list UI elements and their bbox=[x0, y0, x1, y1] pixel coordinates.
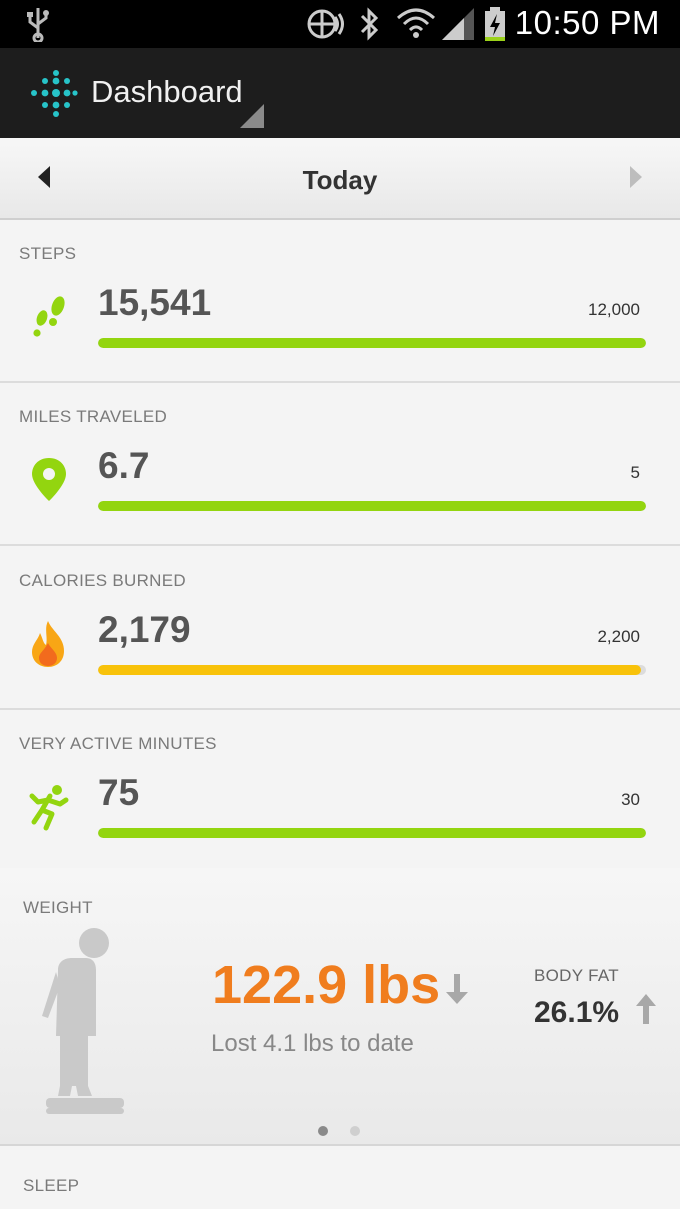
battery-charging-icon bbox=[485, 7, 505, 41]
sleep-tile[interactable]: SLEEP bbox=[0, 1148, 680, 1209]
progress-bar bbox=[98, 338, 646, 348]
progress-bar bbox=[98, 665, 646, 675]
wifi-icon bbox=[397, 8, 435, 38]
location-pin-icon bbox=[32, 458, 66, 501]
metric-goal: 30 bbox=[621, 790, 640, 809]
cell-signal-icon bbox=[442, 8, 474, 40]
body-fat-up-arrow-icon bbox=[636, 994, 656, 1024]
flame-icon bbox=[32, 621, 64, 667]
metric-goal: 2,200 bbox=[597, 627, 640, 646]
calories-burned-tile[interactable]: CALORIES BURNED 2,179 2,200 bbox=[0, 547, 680, 710]
current-date-label: Today bbox=[302, 165, 378, 195]
metric-goal: 12,000 bbox=[588, 300, 640, 319]
progress-fill bbox=[98, 338, 646, 348]
usb-icon bbox=[27, 8, 49, 42]
weight-label: WEIGHT bbox=[23, 898, 93, 917]
person-on-scale-icon bbox=[42, 928, 124, 1114]
miles-traveled-tile[interactable]: MILES TRAVELED 6.7 5 bbox=[0, 383, 680, 546]
date-navigator: Today bbox=[0, 138, 680, 220]
metric-label: MILES TRAVELED bbox=[19, 407, 168, 426]
weight-lost-text: Lost 4.1 lbs to date bbox=[211, 1030, 414, 1057]
metric-value: 6.7 bbox=[98, 445, 150, 486]
dashboard-spinner[interactable]: Dashboard bbox=[91, 74, 243, 110]
metric-value: 2,179 bbox=[98, 609, 191, 650]
footsteps-icon bbox=[33, 296, 65, 337]
metric-goal: 5 bbox=[630, 463, 640, 482]
metric-value: 15,541 bbox=[98, 282, 212, 323]
progress-fill bbox=[98, 828, 646, 838]
metric-label: VERY ACTIVE MINUTES bbox=[19, 734, 217, 753]
metric-value: 75 bbox=[98, 772, 140, 813]
progress-bar bbox=[98, 501, 646, 511]
weight-down-arrow-icon bbox=[446, 974, 468, 1004]
body-fat-value: 26.1% bbox=[534, 996, 620, 1029]
action-bar: Dashboard bbox=[0, 48, 680, 138]
progress-bar bbox=[98, 828, 646, 838]
next-day-arrow-icon[interactable] bbox=[624, 164, 646, 190]
status-bar: 10:50 PM bbox=[0, 0, 680, 48]
nfc-icon bbox=[307, 9, 344, 39]
page-indicator[interactable] bbox=[318, 1126, 368, 1138]
metric-label: STEPS bbox=[19, 244, 77, 263]
weight-card[interactable]: WEIGHT 122.9 lbs Lost 4.1 lbs to date BO… bbox=[0, 868, 680, 1146]
progress-fill bbox=[98, 501, 646, 511]
page-dot bbox=[350, 1126, 360, 1136]
metric-label: CALORIES BURNED bbox=[19, 571, 186, 590]
running-person-icon bbox=[29, 785, 69, 831]
weight-value: 122.9 lbs bbox=[212, 955, 441, 1015]
body-fat-label: BODY FAT bbox=[534, 966, 619, 985]
bluetooth-icon bbox=[360, 7, 379, 41]
sleep-label: SLEEP bbox=[23, 1176, 80, 1195]
progress-fill bbox=[98, 665, 641, 675]
very-active-minutes-tile[interactable]: VERY ACTIVE MINUTES 75 30 bbox=[0, 710, 680, 873]
fitbit-logo-icon[interactable] bbox=[22, 66, 78, 120]
clock: 10:50 PM bbox=[514, 4, 660, 41]
steps-tile[interactable]: STEPS 15,541 12,000 bbox=[0, 220, 680, 383]
page-dot bbox=[318, 1126, 328, 1136]
dropdown-indicator-icon[interactable] bbox=[240, 104, 264, 128]
